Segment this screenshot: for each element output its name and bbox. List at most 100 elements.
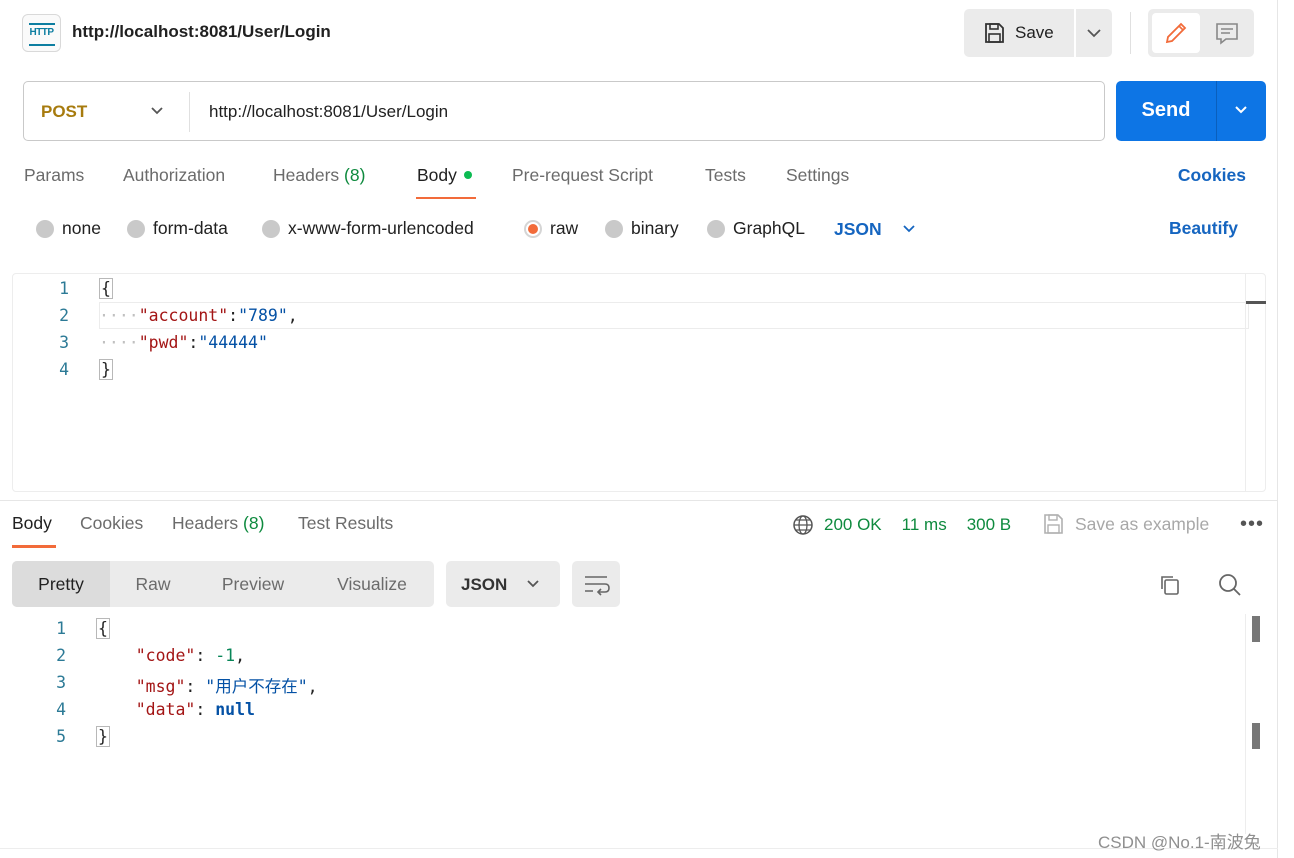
request-header: HTTP http://localhost:8081/User/Login Sa… bbox=[0, 0, 1294, 66]
save-button[interactable]: Save bbox=[964, 9, 1074, 57]
radio-graphql[interactable]: GraphQL bbox=[707, 218, 805, 239]
radio-urlencoded-label: x-www-form-urlencoded bbox=[288, 218, 474, 238]
response-tab-headers-label: Headers bbox=[172, 513, 239, 533]
line-number: 2 bbox=[56, 646, 66, 665]
active-tab-indicator bbox=[416, 197, 476, 199]
url-input[interactable]: http://localhost:8081/User/Login bbox=[209, 102, 448, 122]
radio-raw-label: raw bbox=[550, 218, 579, 238]
response-tab-cookies[interactable]: Cookies bbox=[80, 513, 143, 534]
editor-scrollbar[interactable] bbox=[1245, 274, 1266, 491]
tab-authorization[interactable]: Authorization bbox=[123, 165, 225, 186]
http-request-icon: HTTP bbox=[22, 14, 61, 52]
cookies-link[interactable]: Cookies bbox=[1178, 165, 1246, 186]
response-size[interactable]: 300 B bbox=[967, 515, 1011, 535]
view-pretty[interactable]: Pretty bbox=[12, 561, 110, 607]
line-number: 5 bbox=[56, 727, 66, 746]
close-brace: } bbox=[99, 359, 113, 380]
tab-body-label: Body bbox=[417, 165, 457, 185]
comment-icon bbox=[1216, 23, 1238, 45]
save-icon bbox=[985, 23, 1004, 43]
scrollbar-marker[interactable] bbox=[1252, 616, 1260, 642]
tab-body[interactable]: Body bbox=[417, 165, 472, 186]
json-key: "pwd" bbox=[138, 333, 189, 352]
request-title[interactable]: http://localhost:8081/User/Login bbox=[72, 22, 331, 42]
chevron-down-icon bbox=[903, 225, 915, 233]
body-type-selector: none form-data x-www-form-urlencoded raw… bbox=[24, 218, 1264, 246]
wrap-lines-button[interactable] bbox=[572, 561, 620, 607]
save-label: Save bbox=[1015, 23, 1054, 42]
tab-prerequest-script[interactable]: Pre-request Script bbox=[512, 165, 653, 186]
json-key: "data" bbox=[135, 700, 196, 719]
response-tabs: Body Cookies Headers (8) Test Results 20… bbox=[12, 513, 1272, 549]
chevron-down-icon[interactable] bbox=[146, 100, 168, 122]
bottom-divider bbox=[0, 848, 1278, 849]
tab-settings[interactable]: Settings bbox=[786, 165, 849, 186]
radio-circle bbox=[262, 219, 280, 238]
method-select[interactable]: POST bbox=[41, 102, 87, 122]
radio-circle bbox=[605, 219, 623, 238]
radio-raw[interactable]: raw bbox=[524, 218, 578, 239]
request-body-editor[interactable]: 1 2 3 4 { ····"account":"789", ····"pwd"… bbox=[12, 273, 1266, 492]
tab-headers-label: Headers bbox=[273, 165, 340, 185]
json-value: null bbox=[215, 700, 255, 719]
search-icon[interactable] bbox=[1217, 572, 1243, 598]
radio-binary[interactable]: binary bbox=[605, 218, 679, 239]
radio-circle-selected bbox=[524, 219, 542, 238]
radio-urlencoded[interactable]: x-www-form-urlencoded bbox=[262, 218, 474, 239]
response-time[interactable]: 11 ms bbox=[902, 515, 947, 535]
line-number: 3 bbox=[59, 333, 69, 352]
status-code[interactable]: 200 OK bbox=[824, 515, 882, 535]
tab-params[interactable]: Params bbox=[24, 165, 84, 186]
response-tab-body[interactable]: Body bbox=[12, 513, 52, 534]
tab-tests[interactable]: Tests bbox=[705, 165, 746, 186]
radio-circle bbox=[36, 219, 54, 238]
save-icon bbox=[1044, 514, 1063, 534]
json-value: "789" bbox=[238, 306, 288, 325]
view-preview[interactable]: Preview bbox=[196, 561, 310, 607]
body-language-select[interactable]: JSON bbox=[834, 218, 924, 240]
scrollbar-marker[interactable] bbox=[1252, 723, 1260, 749]
radio-circle bbox=[707, 219, 725, 238]
radio-form-data[interactable]: form-data bbox=[127, 218, 228, 239]
body-language-label: JSON bbox=[834, 218, 882, 239]
chevron-down-icon bbox=[1087, 29, 1101, 38]
chevron-down-icon[interactable] bbox=[1230, 99, 1252, 121]
response-scrollbar-track bbox=[1245, 614, 1246, 834]
view-raw[interactable]: Raw bbox=[110, 561, 196, 607]
beautify-button[interactable]: Beautify bbox=[1169, 218, 1238, 239]
window-edge bbox=[1277, 0, 1278, 858]
view-visualize[interactable]: Visualize bbox=[310, 561, 434, 607]
pencil-icon bbox=[1165, 22, 1187, 44]
line-number: 2 bbox=[59, 306, 69, 325]
copy-icon[interactable] bbox=[1158, 573, 1182, 597]
save-as-example-button[interactable]: Save as example bbox=[1042, 513, 1209, 535]
globe-icon[interactable] bbox=[792, 514, 814, 536]
json-key: "code" bbox=[135, 646, 196, 665]
response-headers-count: (8) bbox=[243, 513, 265, 533]
response-format-label: JSON bbox=[461, 575, 508, 594]
send-button[interactable]: Send bbox=[1116, 81, 1266, 141]
response-body-viewer[interactable]: 1 2 3 4 5 { "code": -1, "msg": "用户不存在", … bbox=[0, 614, 1278, 844]
response-tab-test-results[interactable]: Test Results bbox=[298, 513, 393, 534]
line-number: 3 bbox=[56, 673, 66, 692]
pane-splitter[interactable] bbox=[0, 500, 1278, 501]
edit-mode-button[interactable] bbox=[1152, 13, 1200, 53]
radio-none[interactable]: none bbox=[36, 218, 101, 239]
url-divider bbox=[189, 92, 190, 132]
http-badge-text: HTTP bbox=[29, 27, 54, 38]
save-as-example-label: Save as example bbox=[1075, 513, 1210, 534]
response-view-mode: Pretty Raw Preview Visualize bbox=[12, 561, 434, 607]
response-format-select[interactable]: JSON bbox=[446, 561, 560, 607]
active-tab-indicator bbox=[12, 545, 56, 548]
response-tab-headers[interactable]: Headers (8) bbox=[172, 513, 264, 534]
chevron-down-icon bbox=[527, 580, 539, 588]
headers-count: (8) bbox=[344, 165, 366, 185]
open-brace: { bbox=[99, 278, 113, 299]
watermark: CSDN @No.1-南波兔 bbox=[1098, 833, 1261, 852]
save-options-button[interactable] bbox=[1076, 9, 1112, 57]
tab-headers[interactable]: Headers (8) bbox=[273, 165, 365, 186]
more-options-icon[interactable]: ••• bbox=[1240, 513, 1264, 536]
comments-mode-button[interactable] bbox=[1204, 13, 1250, 53]
radio-circle bbox=[127, 219, 145, 238]
json-value: "用户不存在" bbox=[205, 677, 308, 696]
